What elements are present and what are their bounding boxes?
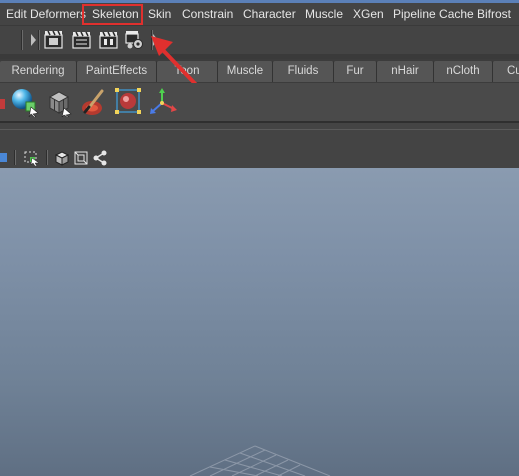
ipr-render-icon[interactable] — [99, 30, 119, 50]
menu-pipeline-cache[interactable]: Pipeline Cache — [393, 3, 474, 25]
shelf-tab-bar: Rendering PaintEffects Toon Muscle Fluid… — [0, 59, 519, 83]
skeleton-highlight-box — [82, 4, 143, 25]
camera-icon[interactable] — [0, 150, 8, 164]
cube-icon[interactable] — [46, 89, 74, 117]
wireframe-cube-icon[interactable] — [54, 150, 70, 166]
select-icon[interactable] — [23, 150, 41, 166]
render-sequence-icon[interactable] — [72, 30, 92, 50]
toolbar-grip — [14, 150, 16, 165]
share-icon[interactable] — [92, 150, 108, 166]
toolbar-grip — [38, 30, 40, 50]
render-frame-icon[interactable] — [44, 30, 64, 50]
menu-edit-deformers[interactable]: Edit Deformers — [6, 3, 86, 25]
menu-xgen[interactable]: XGen — [353, 3, 384, 25]
tab-cut-off[interactable]: Cu — [493, 61, 519, 82]
paint-brush-icon[interactable] — [80, 88, 108, 118]
collapse-arrow-icon[interactable] — [31, 34, 36, 46]
menu-skin[interactable]: Skin — [148, 3, 171, 25]
tab-fur[interactable]: Fur — [334, 61, 377, 82]
sphere-icon[interactable] — [9, 87, 39, 117]
ground-grid — [189, 445, 331, 476]
main-menu-bar: Edit Deformers Skeleton Skin Constrain C… — [0, 3, 519, 25]
menu-bifrost[interactable]: Bifrost — [477, 3, 511, 25]
tab-rendering[interactable]: Rendering — [0, 61, 77, 82]
cut-off-icon[interactable] — [0, 97, 6, 111]
3d-viewport[interactable] — [0, 168, 519, 476]
panel-toolbar — [0, 148, 519, 168]
status-line-toolbar — [0, 25, 519, 55]
toolbar-grip — [46, 150, 48, 165]
shaded-cube-icon[interactable] — [73, 150, 89, 166]
axis-icon[interactable] — [150, 88, 178, 116]
menu-muscle[interactable]: Muscle — [305, 3, 343, 25]
shelf-icons-row — [0, 83, 519, 121]
panel-menu-bar — [0, 130, 519, 148]
render-settings-icon[interactable] — [125, 30, 145, 50]
tab-nhair[interactable]: nHair — [377, 61, 434, 82]
menu-constrain[interactable]: Constrain — [182, 3, 233, 25]
tab-ncloth[interactable]: nCloth — [434, 61, 493, 82]
menu-character[interactable]: Character — [243, 3, 296, 25]
manipulator-icon[interactable] — [114, 87, 144, 117]
tab-fluids[interactable]: Fluids — [273, 61, 334, 82]
toolbar-grip — [21, 30, 23, 50]
tab-muscle[interactable]: Muscle — [218, 61, 273, 82]
